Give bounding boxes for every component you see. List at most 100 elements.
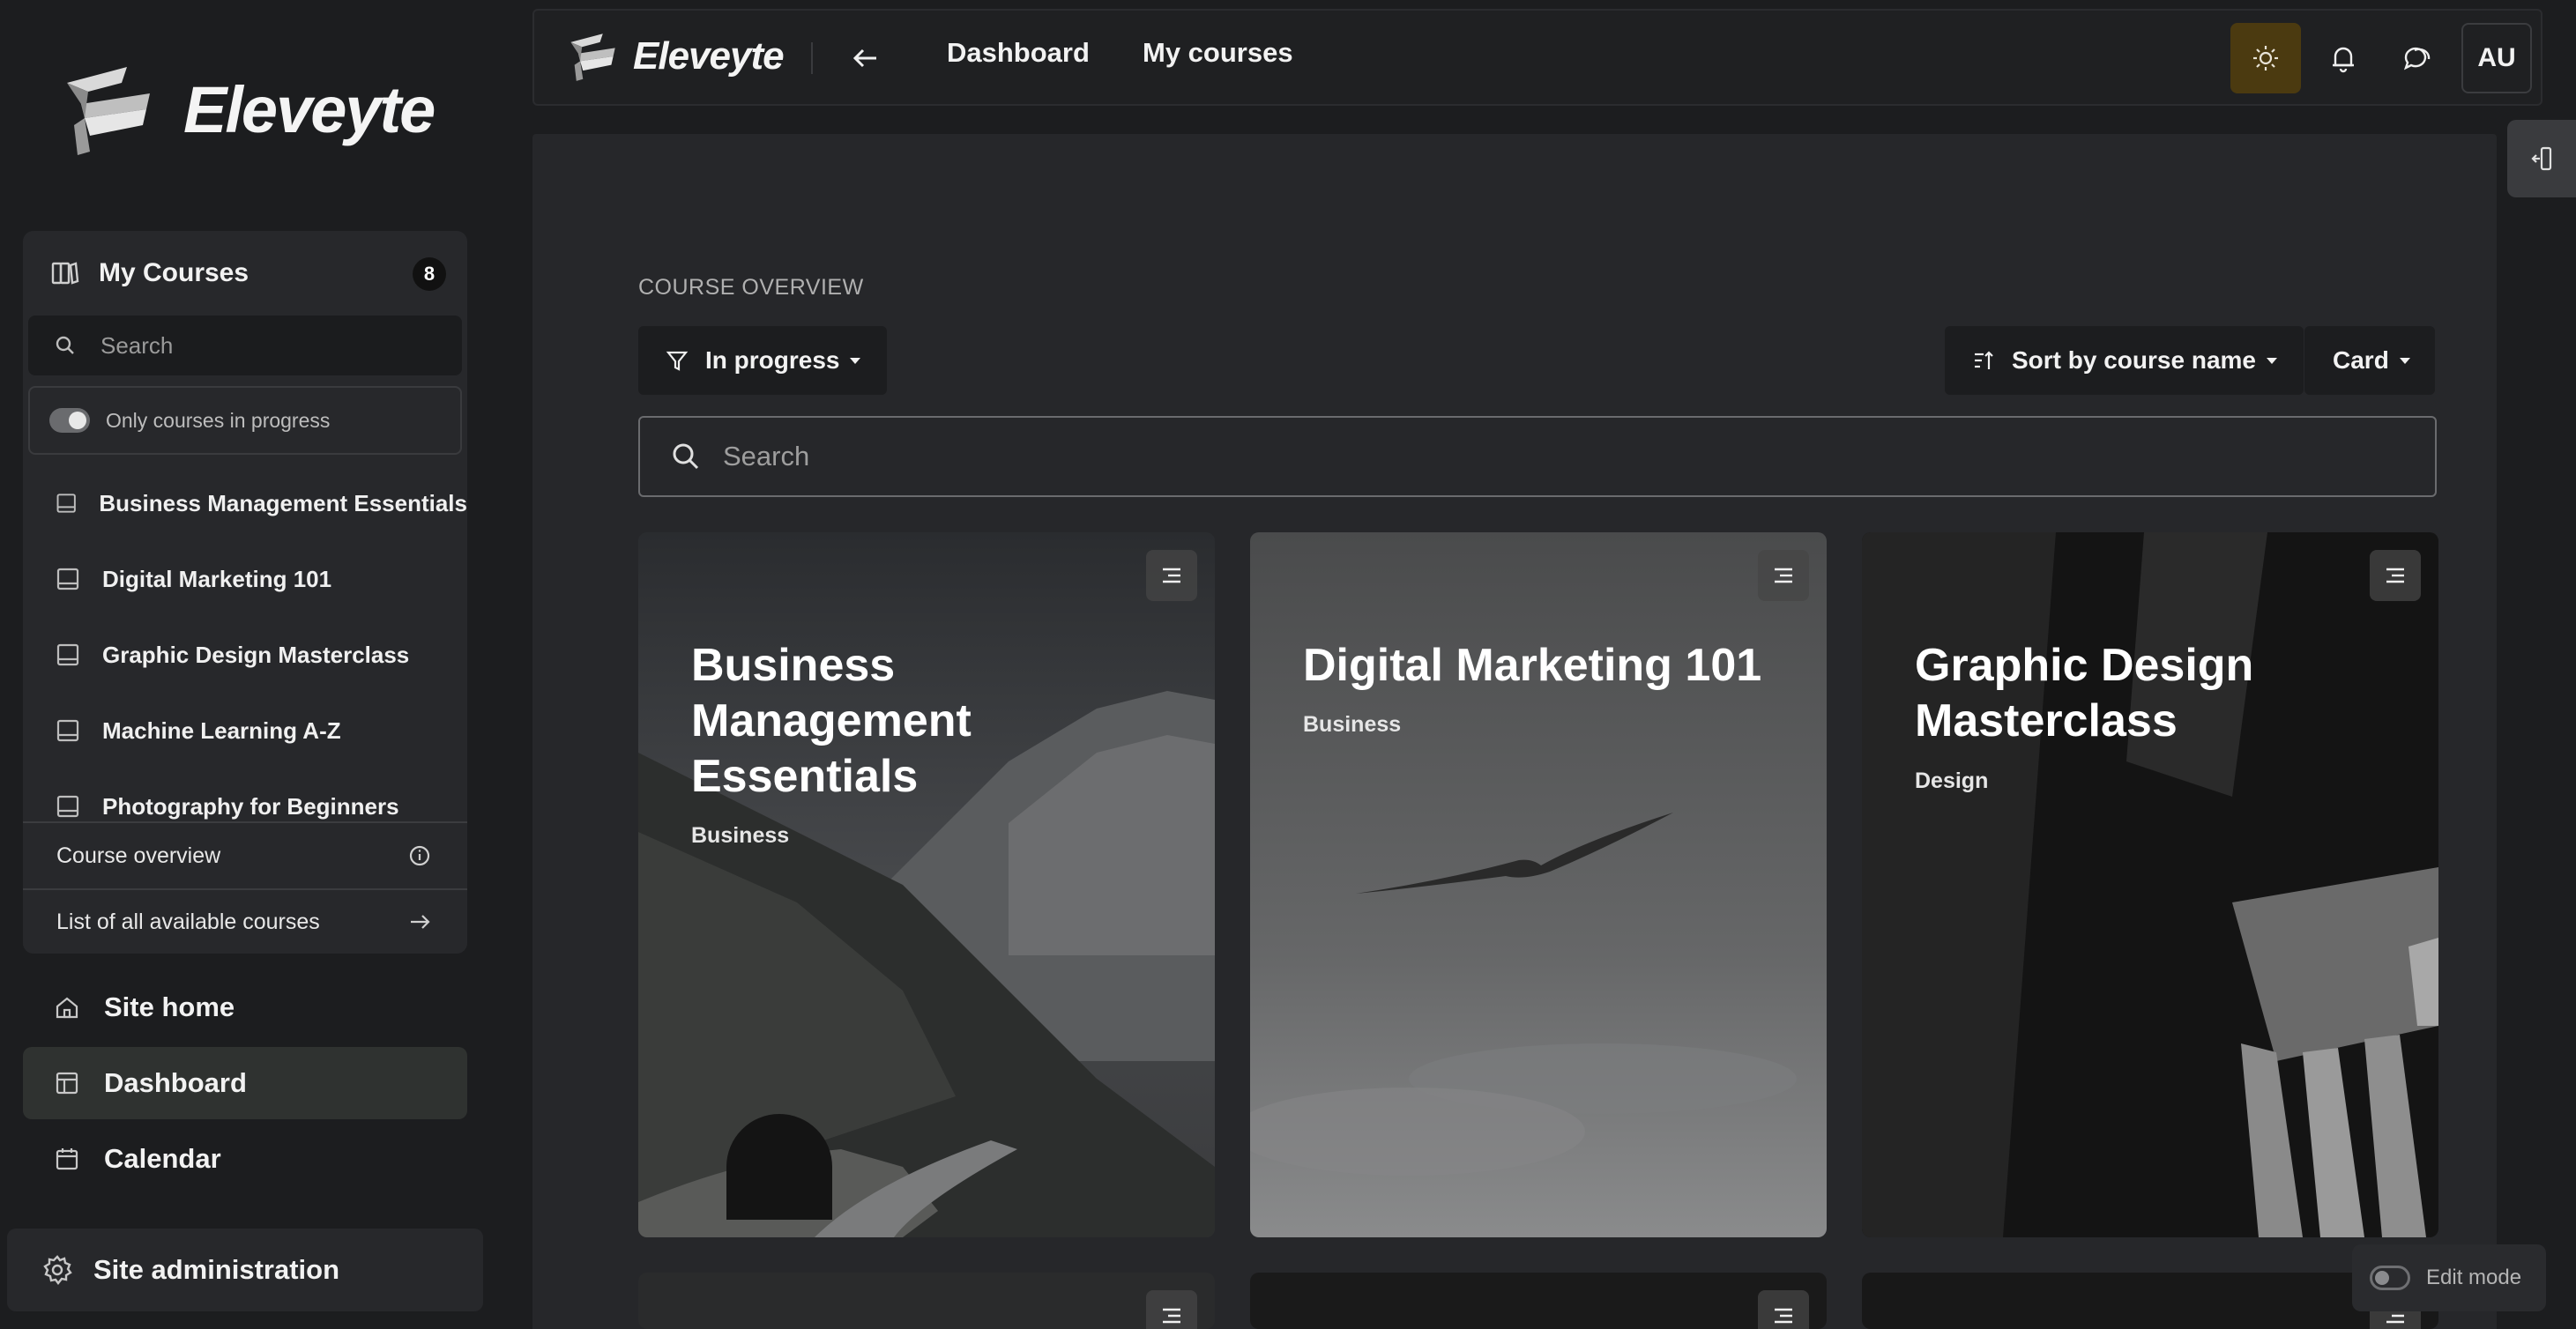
topbar-link-dashboard[interactable]: Dashboard bbox=[947, 37, 1090, 69]
menu-lines-icon bbox=[1163, 1308, 1180, 1324]
book-icon bbox=[56, 568, 79, 590]
my-courses-title: My Courses bbox=[99, 258, 249, 287]
course-card-menu-button[interactable] bbox=[2370, 550, 2421, 601]
course-search-input[interactable]: Search bbox=[638, 416, 2437, 497]
course-list-item[interactable]: Machine Learning A-Z bbox=[23, 693, 467, 768]
course-card-title[interactable]: Business Management Essentials bbox=[691, 638, 1167, 805]
topbar-logo[interactable]: Eleveyte bbox=[566, 32, 785, 81]
course-card[interactable]: Graphic Design Masterclass Design bbox=[1862, 532, 2438, 1237]
course-list-item[interactable]: Business Management Essentials bbox=[23, 465, 467, 541]
book-icon bbox=[56, 643, 79, 666]
menu-lines-icon bbox=[1163, 568, 1180, 583]
course-card-category: Business bbox=[691, 823, 790, 848]
course-list-item-label: Business Management Essentials bbox=[99, 489, 467, 516]
logo-mark-icon bbox=[570, 33, 615, 81]
notifications-button[interactable] bbox=[2308, 23, 2379, 93]
in-progress-toggle[interactable] bbox=[49, 408, 90, 433]
course-overview-label: Course overview bbox=[56, 843, 221, 868]
course-card-menu-button[interactable] bbox=[1758, 1290, 1809, 1329]
sidebar-search-placeholder: Search bbox=[101, 331, 174, 359]
course-card-menu-button[interactable] bbox=[1758, 550, 1809, 601]
logo-mark-icon bbox=[67, 67, 150, 155]
course-card-menu-button[interactable] bbox=[1146, 1290, 1197, 1329]
course-card-category: Design bbox=[1915, 768, 1989, 793]
sidebar-search-input[interactable]: Search bbox=[28, 316, 462, 375]
sun-icon bbox=[2253, 46, 2278, 71]
home-icon bbox=[56, 997, 78, 1019]
course-card-menu-button[interactable] bbox=[1146, 550, 1197, 601]
site-administration-label: Site administration bbox=[93, 1254, 340, 1285]
edit-mode-switch[interactable] bbox=[2370, 1266, 2410, 1290]
sort-label: Sort by course name bbox=[2012, 346, 2256, 374]
view-label: Card bbox=[2333, 346, 2389, 374]
course-list-item[interactable]: Graphic Design Masterclass bbox=[23, 617, 467, 693]
course-list-item-label: Graphic Design Masterclass bbox=[102, 641, 410, 668]
site-administration-button[interactable]: Site administration bbox=[7, 1229, 483, 1311]
view-dropdown[interactable]: Card bbox=[2304, 326, 2435, 395]
nav-dashboard-label: Dashboard bbox=[104, 1067, 247, 1098]
all-courses-label: List of all available courses bbox=[56, 909, 320, 934]
chevron-down-icon bbox=[2266, 357, 2277, 364]
course-overview-link[interactable]: Course overview bbox=[23, 823, 467, 888]
sort-dropdown[interactable]: Sort by course name bbox=[1945, 326, 2304, 395]
messages-button[interactable] bbox=[2382, 23, 2453, 93]
menu-lines-icon bbox=[2386, 568, 2404, 583]
course-list-item-label: Machine Learning A-Z bbox=[102, 716, 341, 744]
in-progress-toggle-label: Only courses in progress bbox=[106, 408, 331, 432]
course-card[interactable] bbox=[638, 1273, 1215, 1329]
nav-site-home-label: Site home bbox=[104, 991, 235, 1022]
chat-icon bbox=[2403, 47, 2431, 71]
filter-label: In progress bbox=[705, 346, 840, 374]
my-courses-header[interactable]: My Courses 8 bbox=[49, 249, 446, 298]
nav-calendar[interactable]: Calendar bbox=[23, 1123, 467, 1195]
book-icon bbox=[56, 494, 76, 513]
search-icon bbox=[673, 443, 699, 470]
sort-icon bbox=[1975, 351, 1993, 369]
brand-name: Eleveyte bbox=[183, 72, 436, 146]
course-list-item-label: Digital Marketing 101 bbox=[102, 565, 332, 592]
in-progress-toggle-row[interactable]: Only courses in progress bbox=[28, 386, 462, 455]
bell-icon bbox=[2333, 47, 2354, 73]
arrow-right-icon bbox=[411, 915, 430, 929]
course-card[interactable]: Business Management Essentials Business bbox=[638, 532, 1215, 1237]
all-courses-link[interactable]: List of all available courses bbox=[23, 888, 467, 954]
calendar-icon bbox=[56, 1148, 78, 1170]
filter-icon bbox=[666, 351, 689, 371]
top-navbar: Eleveyte Dashboard My courses AU bbox=[532, 9, 2542, 106]
search-icon bbox=[56, 336, 74, 354]
right-drawer-toggle[interactable] bbox=[2507, 120, 2576, 197]
course-card-title[interactable]: Graphic Design Masterclass bbox=[1915, 638, 2391, 749]
course-search-placeholder: Search bbox=[723, 441, 810, 471]
brand-logo[interactable]: Eleveyte bbox=[58, 63, 436, 155]
info-icon bbox=[409, 845, 430, 866]
nav-dashboard[interactable]: Dashboard bbox=[23, 1047, 467, 1119]
course-card-category: Business bbox=[1303, 712, 1402, 737]
course-list-item[interactable]: Digital Marketing 101 bbox=[23, 541, 467, 617]
edit-mode-toggle[interactable]: Edit mode bbox=[2352, 1244, 2546, 1311]
course-list-item-label: Photography for Beginners bbox=[102, 792, 399, 820]
book-stack-icon bbox=[51, 262, 79, 285]
menu-lines-icon bbox=[1775, 1308, 1792, 1324]
topbar-link-my-courses[interactable]: My courses bbox=[1143, 37, 1293, 69]
course-overview-title: COURSE OVERVIEW bbox=[638, 275, 864, 300]
chevron-down-icon bbox=[2399, 357, 2410, 364]
book-icon bbox=[56, 795, 79, 818]
my-courses-footer: Course overview List of all available co… bbox=[23, 821, 467, 954]
dashboard-icon bbox=[56, 1072, 78, 1095]
gear-icon bbox=[43, 1255, 72, 1285]
nav-calendar-label: Calendar bbox=[104, 1143, 221, 1174]
course-card[interactable] bbox=[1250, 1273, 1827, 1329]
theme-toggle-button[interactable] bbox=[2230, 23, 2301, 93]
edit-mode-label: Edit mode bbox=[2426, 1266, 2522, 1289]
nav-site-home[interactable]: Site home bbox=[23, 971, 467, 1043]
arrow-left-icon[interactable] bbox=[848, 41, 883, 76]
my-courses-panel: My Courses 8 Search Only courses in prog… bbox=[23, 231, 467, 954]
chevron-down-icon bbox=[850, 357, 861, 364]
user-avatar-button[interactable]: AU bbox=[2461, 23, 2532, 93]
course-list: Business Management Essentials Digital M… bbox=[23, 465, 467, 844]
book-icon bbox=[56, 719, 79, 742]
filter-dropdown[interactable]: In progress bbox=[638, 326, 888, 395]
course-card-title[interactable]: Digital Marketing 101 bbox=[1303, 638, 1779, 694]
sidebar: Eleveyte My Courses 8 Search Only course… bbox=[0, 0, 510, 1329]
course-card[interactable]: Digital Marketing 101 Business bbox=[1250, 532, 1827, 1237]
